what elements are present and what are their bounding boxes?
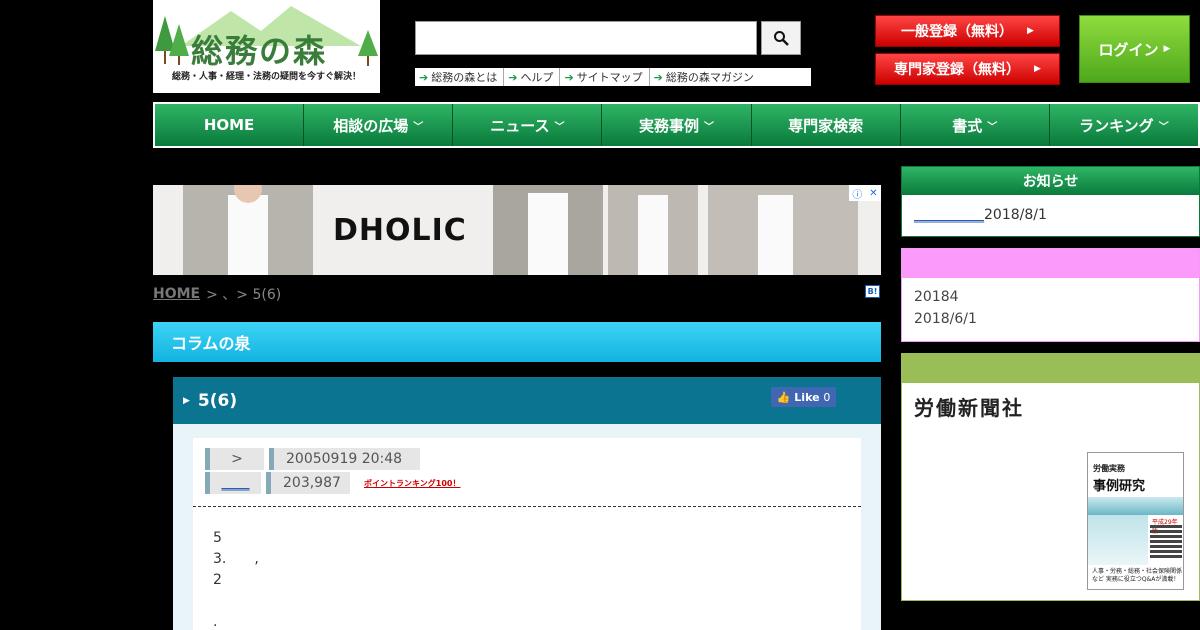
point-ranking-link[interactable]: ポイントランキング100！ [364, 478, 460, 489]
nav-ranking[interactable]: ランキング ﹀ [1049, 104, 1198, 146]
ad-brand: DHOLIC [333, 213, 467, 248]
search-button[interactable] [761, 21, 801, 55]
meta-row-date: > 20050919 20:48 [205, 448, 420, 470]
info-box-pink: 20184 2018/6/1 [901, 248, 1200, 342]
article-title: 5(6) [197, 390, 238, 411]
logo-tagline: 総務・人事・経理・法務の疑問を今すぐ解決！ [171, 72, 361, 82]
article-body: 5 3. , 2 . [213, 528, 259, 630]
nav-home[interactable]: HOME [155, 104, 305, 146]
close-icon[interactable]: ✕ [869, 188, 877, 199]
tree-icon [155, 16, 189, 65]
notice-box: お知らせ __________2018/8/1 [901, 166, 1200, 237]
breadcrumb-home[interactable]: HOME [153, 286, 200, 302]
chevron-down-icon: ﹀ [704, 121, 714, 133]
search-input[interactable] [415, 21, 757, 55]
notice-date: 2018/8/1 [984, 207, 1047, 223]
body-line: . [213, 614, 218, 630]
body-line [213, 591, 259, 612]
sublink-magazine[interactable]: ➔ 総務の森マガジン [650, 68, 760, 86]
divider [193, 506, 861, 507]
sublink-about[interactable]: ➔ 総務の森とは [415, 68, 505, 86]
view-count: 203,987 [266, 472, 350, 494]
arrow-right-icon: ➔ [653, 70, 663, 84]
arrow-right-icon: ➔ [508, 70, 518, 84]
publisher-box-header [902, 354, 1199, 383]
nav-experts[interactable]: 専門家検索 [751, 104, 901, 146]
logo-title: 総務の森 [191, 32, 328, 70]
publisher-box: 労働新聞社 労働実務 事例研究 平成29年版 人事・労務・総務・社会保険関係など… [901, 353, 1200, 601]
nav-cases[interactable]: 実務事例 ﹀ [602, 104, 752, 146]
article: ▶ 5(6) 👍 Like 0 > 20050919 20:48 ____ 20… [173, 377, 881, 630]
notice-link[interactable]: __________ [914, 207, 984, 223]
nav-news[interactable]: ニュース ﹀ [453, 104, 603, 146]
nav-forms[interactable]: 書式 ﹀ [900, 104, 1050, 146]
ad-model-image [608, 185, 858, 275]
book-cover[interactable]: 労働実務 事例研究 平成29年版 人事・労務・総務・社会保険関係など 実務に役立… [1087, 452, 1184, 590]
hatena-bookmark-icon[interactable]: B! [865, 285, 880, 298]
ad-banner[interactable]: DHOLIC ⓘ ✕ [153, 185, 881, 275]
chevron-down-icon: ﹀ [987, 121, 998, 133]
meta-label: > [205, 448, 264, 470]
register-general-button[interactable]: 一般登録（無料） ▶ [875, 15, 1060, 47]
pink-box-line[interactable]: 20184 [902, 286, 1199, 308]
arrow-right-icon: ➔ [564, 70, 574, 84]
author-link[interactable]: ____ [205, 472, 261, 494]
meta-row-views: ____ 203,987 ポイントランキング100！ [205, 472, 460, 494]
pink-box-header [902, 249, 1199, 278]
pink-box-line[interactable]: 2018/6/1 [902, 308, 1199, 330]
header-sublinks: ➔ 総務の森とは ➔ ヘルプ ➔ サイトマップ ➔ 総務の森マガジン [415, 68, 811, 86]
login-button[interactable]: ログイン ▶ [1079, 15, 1190, 83]
triangle-right-icon: ▶ [183, 395, 190, 406]
nav-forum[interactable]: 相談の広場 ﹀ [304, 104, 454, 146]
register-expert-button[interactable]: 専門家登録（無料） ▶ [875, 53, 1060, 85]
ad-model-image [493, 185, 603, 275]
publisher-logo[interactable]: 労働新聞社 [914, 392, 1024, 421]
column-section-title: コラムの泉 [153, 322, 881, 362]
facebook-like-button[interactable]: 👍 Like 0 [771, 387, 836, 407]
chevron-down-icon: ﹀ [413, 121, 424, 133]
search-icon [774, 31, 789, 46]
notice-title: お知らせ [902, 167, 1199, 195]
body-line: 5 [213, 530, 222, 546]
breadcrumb-current: > 、> 5(6) [206, 287, 282, 303]
chevron-down-icon: ﹀ [1158, 121, 1169, 133]
body-line: 2 [213, 572, 222, 588]
main-nav: HOME 相談の広場 ﹀ ニュース ﹀ 実務事例 ﹀ 専門家検索 書式 ﹀ ランキング ﹀ [153, 102, 1200, 148]
article-card: > 20050919 20:48 ____ 203,987 ポイントランキング1… [193, 438, 861, 630]
sublink-help[interactable]: ➔ ヘルプ [504, 68, 561, 86]
site-logo[interactable]: 総務の森 総務・人事・経理・法務の疑問を今すぐ解決！ [153, 0, 380, 93]
post-date: 20050919 20:48 [269, 448, 420, 470]
triangle-right-icon: ▶ [1027, 26, 1034, 36]
sublink-sitemap[interactable]: ➔ サイトマップ [560, 68, 650, 86]
thumbs-up-icon: 👍 [776, 390, 791, 404]
body-line: 3. , [213, 551, 259, 567]
ad-model-image [183, 185, 313, 275]
triangle-right-icon: ▶ [1034, 64, 1041, 74]
ad-choices[interactable]: ⓘ ✕ [849, 185, 881, 201]
chevron-down-icon: ﹀ [554, 121, 565, 133]
notice-item[interactable]: __________2018/8/1 [902, 195, 1199, 235]
triangle-right-icon: ▶ [1163, 44, 1171, 54]
arrow-right-icon: ➔ [419, 70, 429, 84]
breadcrumb: HOME > 、> 5(6) [153, 284, 281, 304]
info-icon: ⓘ [852, 189, 863, 201]
tree-icon [358, 30, 378, 66]
